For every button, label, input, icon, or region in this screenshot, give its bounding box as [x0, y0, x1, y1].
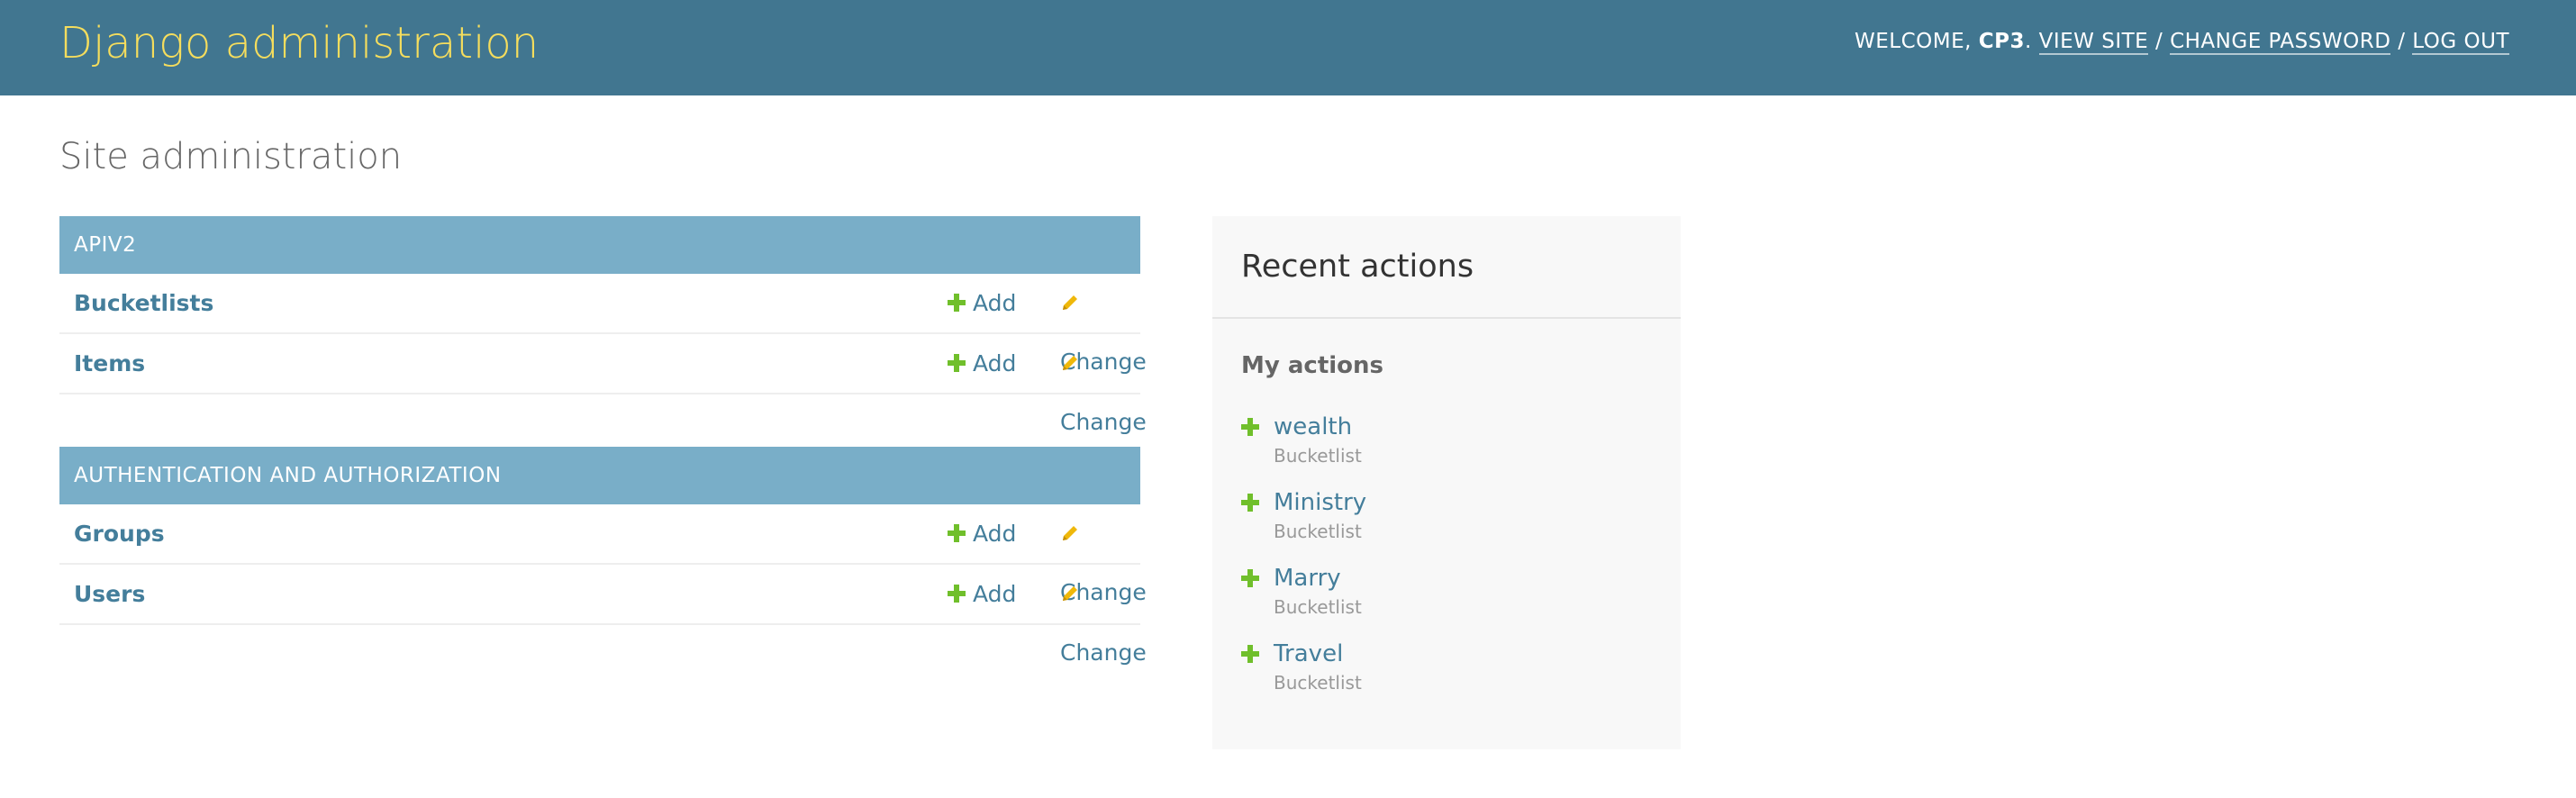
model-link-groups[interactable]: Groups: [74, 504, 165, 563]
add-label: Add: [973, 521, 1017, 547]
plus-icon: [1241, 494, 1259, 512]
plus-icon: [948, 524, 966, 542]
model-row-items: Items Add Change: [59, 334, 1147, 435]
app-caption[interactable]: APIV2: [59, 216, 1140, 274]
add-label: Add: [973, 350, 1017, 376]
action-type: Bucketlist: [1274, 596, 1362, 618]
plus-icon: [1241, 569, 1259, 587]
model-link-items[interactable]: Items: [74, 334, 145, 393]
action-link-wealth[interactable]: wealth: [1274, 409, 1352, 445]
add-bucketlists-button[interactable]: Add: [948, 274, 1016, 332]
action-type: Bucketlist: [1274, 445, 1362, 467]
plus-icon: [1241, 418, 1259, 436]
pencil-icon: [1063, 526, 1077, 540]
model-row-bucketlists: Bucketlists Add Change: [59, 274, 1147, 375]
plus-icon: [948, 354, 966, 372]
site-branding[interactable]: Django administration: [59, 16, 539, 70]
action-type: Bucketlist: [1274, 672, 1362, 694]
page-title: Site administration: [59, 136, 403, 177]
action-item: Ministry Bucketlist: [1241, 485, 1655, 549]
welcome-period: .: [2025, 30, 2032, 53]
add-groups-button[interactable]: Add: [948, 504, 1016, 563]
header-bar: Django administration WELCOME, CP3. VIEW…: [0, 0, 2576, 95]
action-item: wealth Bucketlist: [1241, 409, 1655, 474]
log-out-link[interactable]: LOG OUT: [2412, 30, 2509, 55]
divider: [1212, 317, 1681, 319]
change-users-button[interactable]: Change: [1060, 565, 1147, 682]
view-site-link[interactable]: VIEW SITE: [2038, 30, 2149, 55]
separator: /: [2398, 30, 2406, 53]
change-label: Change: [1060, 409, 1147, 435]
pencil-icon: [1063, 586, 1077, 601]
pencil-icon: [1063, 295, 1077, 310]
change-label: Change: [1060, 639, 1147, 666]
recent-actions-title: Recent actions: [1241, 249, 1474, 285]
my-actions-title: My actions: [1241, 352, 1384, 379]
action-item: Travel Bucketlist: [1241, 636, 1655, 701]
plus-icon: [1241, 645, 1259, 663]
username: CP3: [1978, 30, 2025, 53]
change-items-button[interactable]: Change: [1060, 334, 1147, 451]
action-item: Marry Bucketlist: [1241, 560, 1655, 625]
app-module-apiv2: APIV2 Bucketlists Add Change Items Add C…: [59, 216, 1147, 435]
recent-actions-panel: Recent actions My actions wealth Bucketl…: [1212, 216, 1681, 749]
action-link-travel[interactable]: Travel: [1274, 636, 1343, 672]
add-users-button[interactable]: Add: [948, 565, 1016, 623]
add-label: Add: [973, 290, 1017, 316]
plus-icon: [948, 585, 966, 603]
change-password-link[interactable]: CHANGE PASSWORD: [2170, 30, 2391, 55]
user-tools: WELCOME, CP3. VIEW SITE / CHANGE PASSWOR…: [1855, 27, 2509, 56]
welcome-text: WELCOME,: [1854, 30, 1972, 53]
action-type: Bucketlist: [1274, 521, 1362, 542]
plus-icon: [948, 294, 966, 312]
separator: /: [2155, 30, 2163, 53]
model-link-users[interactable]: Users: [74, 565, 145, 623]
action-link-marry[interactable]: Marry: [1274, 560, 1341, 596]
app-module-auth: AUTHENTICATION AND AUTHORIZATION Groups …: [59, 447, 1147, 666]
app-caption[interactable]: AUTHENTICATION AND AUTHORIZATION: [59, 447, 1140, 504]
add-items-button[interactable]: Add: [948, 334, 1016, 393]
pencil-icon: [1063, 356, 1077, 370]
action-link-ministry[interactable]: Ministry: [1274, 485, 1366, 521]
add-label: Add: [973, 581, 1017, 607]
model-row-groups: Groups Add Change: [59, 504, 1147, 605]
model-link-bucketlists[interactable]: Bucketlists: [74, 274, 213, 332]
model-row-users: Users Add Change: [59, 565, 1147, 666]
